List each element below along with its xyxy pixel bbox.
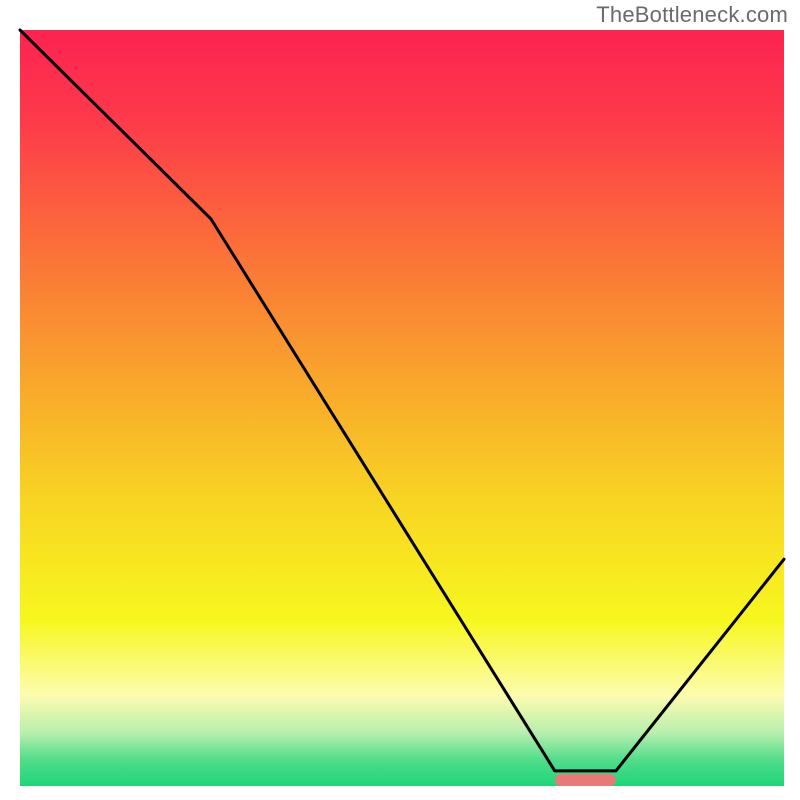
bottleneck-chart xyxy=(0,0,800,800)
chart-container: TheBottleneck.com xyxy=(0,0,800,800)
highlight-band xyxy=(555,774,616,786)
